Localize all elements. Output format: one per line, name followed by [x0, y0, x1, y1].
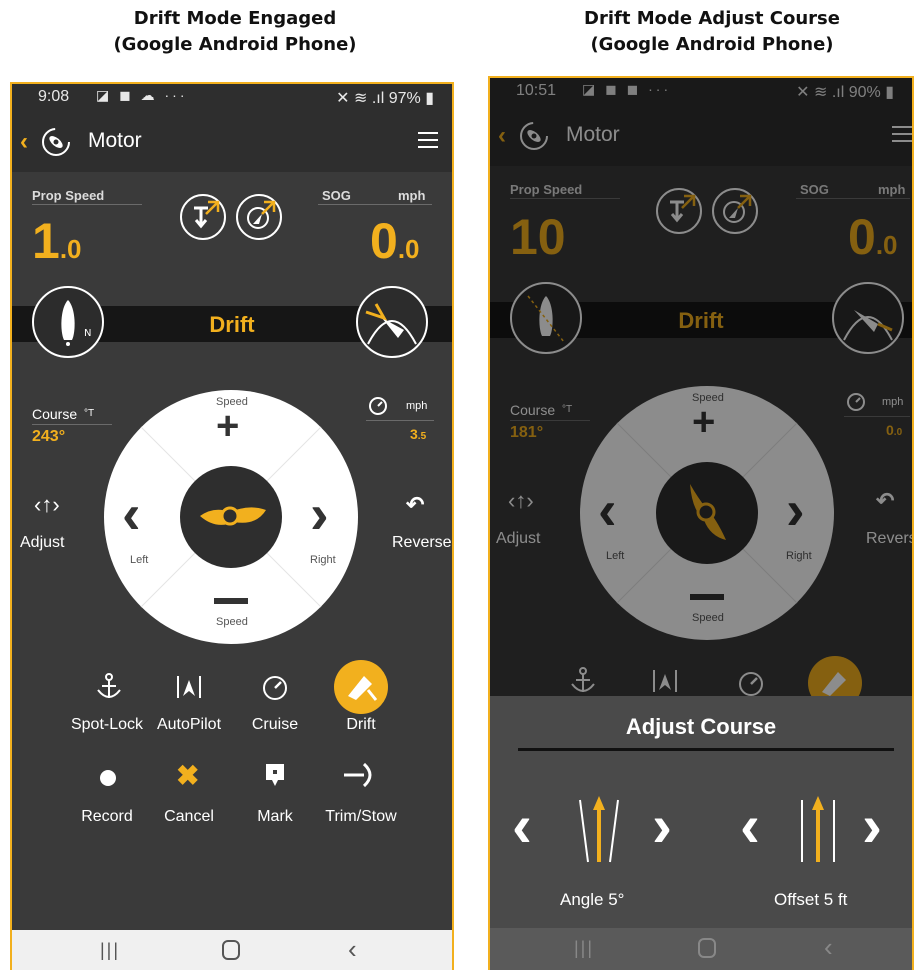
- cruise-icon[interactable]: [260, 672, 290, 702]
- cancel-label: Cancel: [164, 808, 214, 825]
- record-icon[interactable]: [100, 770, 116, 786]
- autopilot-icon[interactable]: [174, 672, 204, 702]
- offset-indicator-icon: [801, 796, 835, 862]
- left-caption: Drift Mode Engaged (Google Android Phone…: [40, 6, 430, 58]
- propeller-hub[interactable]: [180, 466, 282, 568]
- status-time: 9:08: [38, 88, 70, 105]
- speed-dec: .5: [417, 431, 427, 442]
- recent-apps-icon[interactable]: |||: [100, 940, 120, 961]
- go-to-waypoint-icon[interactable]: [180, 194, 226, 240]
- course-unit: °T: [84, 408, 95, 419]
- control-wheel: Speed + ‹ Left › Right Speed: [104, 390, 358, 644]
- prop-speed-dec: .0: [59, 234, 82, 264]
- angle-label: Angle 5°: [560, 890, 625, 909]
- prop-speed-value: 1.0: [32, 216, 82, 274]
- back-chevron-icon[interactable]: ‹: [20, 128, 28, 156]
- sog-int: 0: [370, 213, 398, 269]
- nav-back-icon[interactable]: ‹: [348, 934, 357, 965]
- right-caption-line2: (Google Android Phone): [590, 34, 834, 55]
- autopilot-label: AutoPilot: [156, 716, 222, 733]
- propeller-icon: [200, 506, 266, 526]
- cruise-label: Cruise: [251, 716, 299, 733]
- navigate-icon[interactable]: [236, 194, 282, 240]
- offset-increase-button[interactable]: ›: [862, 796, 882, 856]
- nav-back-icon[interactable]: ‹: [824, 932, 833, 963]
- prop-speed-label: Prop Speed: [32, 188, 105, 203]
- home-icon[interactable]: [222, 940, 240, 960]
- left-label: Left: [130, 554, 149, 566]
- angle-decrease-button[interactable]: ‹: [512, 796, 532, 856]
- speedometer-icon: [369, 397, 387, 415]
- record-label: Record: [81, 808, 133, 825]
- trim-stow-icon[interactable]: [342, 760, 378, 790]
- divider: [32, 424, 112, 425]
- course-value: 243°: [32, 428, 66, 445]
- trim-stow-label: Trim/Stow: [325, 808, 397, 825]
- adjust-course-sheet: Adjust Course ‹ › Angle 5° ‹ › Offset 5 …: [490, 696, 912, 928]
- status-bar: 9:08 ◪ ◼ ☁ ··· ✕ ≋ .ıl 97% ▮: [12, 84, 452, 112]
- title-bar: ‹ Motor: [12, 112, 452, 172]
- spot-lock-label: Spot-Lock: [70, 716, 144, 733]
- mark-label: Mark: [257, 808, 293, 825]
- sog-value: 0.0: [370, 216, 420, 274]
- right-caption-line1: Drift Mode Adjust Course: [584, 8, 840, 29]
- drift-mode-button[interactable]: [334, 660, 388, 714]
- page-title: Motor: [88, 129, 142, 152]
- steer-right-button[interactable]: ›: [310, 486, 329, 542]
- reverse-icon[interactable]: ↶: [406, 492, 424, 518]
- right-label: Right: [310, 554, 336, 566]
- sog-dec: .0: [397, 234, 420, 264]
- angle-increase-button[interactable]: ›: [652, 796, 672, 856]
- android-nav-bar: ||| ‹: [490, 928, 912, 970]
- boat-heading-button[interactable]: N: [32, 286, 104, 358]
- course-label: Course: [32, 406, 78, 422]
- divider: [32, 204, 142, 205]
- speed-down-button[interactable]: [214, 598, 248, 604]
- offset-decrease-button[interactable]: ‹: [740, 796, 760, 856]
- speed-up-button[interactable]: +: [216, 406, 239, 446]
- angle-indicator-icon: [579, 796, 619, 863]
- android-nav-bar: ||| ‹: [12, 930, 452, 970]
- menu-icon[interactable]: [418, 132, 438, 150]
- sheet-divider: [518, 748, 894, 751]
- adjust-label[interactable]: Adjust: [20, 534, 64, 552]
- cancel-icon[interactable]: ✖: [176, 760, 199, 792]
- status-right-icons: ✕ ≋ .ıl 97% ▮: [336, 90, 434, 107]
- speed-int: 3: [410, 426, 418, 442]
- reverse-label[interactable]: Reverse: [392, 534, 452, 552]
- right-caption: Drift Mode Adjust Course (Google Android…: [510, 6, 914, 58]
- modal-backdrop[interactable]: [490, 78, 912, 696]
- notification-icons: ◪ ◼ ☁ ···: [96, 87, 188, 103]
- left-phone-screen: 9:08 ◪ ◼ ☁ ··· ✕ ≋ .ıl 97% ▮ ‹ Motor Pro…: [10, 82, 454, 970]
- left-caption-line2: (Google Android Phone): [113, 34, 357, 55]
- mark-icon[interactable]: [264, 762, 286, 788]
- drift-icon: [348, 676, 378, 701]
- prop-speed-int: 1: [32, 213, 60, 269]
- drift-direction-button[interactable]: [356, 286, 428, 358]
- sog-label: SOG: [322, 188, 351, 203]
- speed-unit: mph: [406, 400, 428, 412]
- trolling-motor-icon: [42, 128, 70, 156]
- recent-apps-icon[interactable]: |||: [574, 938, 594, 959]
- divider: [318, 204, 432, 205]
- sog-unit: mph: [398, 188, 426, 203]
- left-caption-line1: Drift Mode Engaged: [133, 8, 337, 29]
- svg-text:N: N: [84, 328, 91, 339]
- anchor-icon[interactable]: [94, 672, 124, 702]
- drift-label: Drift: [346, 716, 376, 733]
- offset-label: Offset 5 ft: [774, 890, 848, 909]
- right-phone-screen: 10:51 ◪ ◼ ◼ ··· ✕ ≋ .ıl 90% ▮ ‹ Motor Pr…: [488, 76, 914, 970]
- adjust-icon[interactable]: ‹↑›: [34, 492, 60, 518]
- steer-left-button[interactable]: ‹: [122, 486, 141, 542]
- speed-down-label: Speed: [216, 616, 248, 628]
- sheet-title: Adjust Course: [625, 714, 777, 739]
- divider: [366, 420, 434, 421]
- home-icon[interactable]: [698, 938, 716, 958]
- speed-readout-value: 3.5: [410, 426, 426, 442]
